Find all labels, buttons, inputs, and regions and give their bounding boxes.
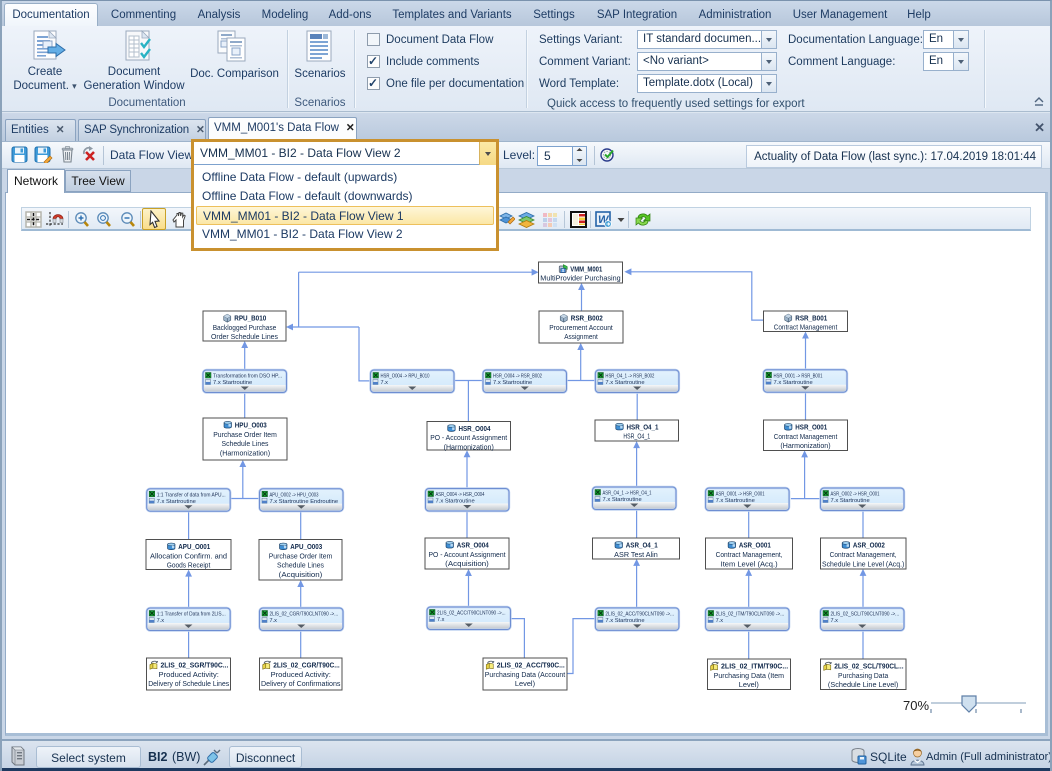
svg-text:Assignment: Assignment [564,334,598,341]
svg-text:RSR_B002: RSR_B002 [571,316,603,323]
svg-text:ASR_O004 -> HSR_O004: ASR_O004 -> HSR_O004 [436,492,485,498]
svg-text:APU_O002 -> HPU_O003: APU_O002 -> HPU_O003 [270,492,319,498]
svg-text:Schedule Line Level (Acq.): Schedule Line Level (Acq.) [822,561,904,568]
svg-text:7.x Startroutine: 7.x Startroutine [436,499,475,505]
svg-text:HPU_O003: HPU_O003 [235,423,267,430]
svg-text:Purchasing Data (Item: Purchasing Data (Item [714,673,785,680]
svg-text:(Acquisition): (Acquisition) [279,572,323,579]
svg-text:HSR_O001 -> RSR_B001: HSR_O001 -> RSR_B001 [774,373,823,379]
svg-text:HSR_O004 -> RSR_B002: HSR_O004 -> RSR_B002 [493,374,542,380]
svg-text:7.x Startroutine: 7.x Startroutine [774,380,813,386]
svg-text:ASR_O002: ASR_O002 [853,543,885,550]
svg-text:7.x Startroutine: 7.x Startroutine [493,380,532,386]
svg-text:7.x: 7.x [157,618,165,624]
svg-text:7.x: 7.x [270,618,278,624]
svg-text:ASR_O004: ASR_O004 [457,543,489,550]
svg-text:(Harmonization): (Harmonization) [220,450,270,457]
svg-text:2LIS_02_ACC/T90C...: 2LIS_02_ACC/T90C... [497,663,565,670]
svg-text:Schedule Lines: Schedule Lines [277,563,324,570]
svg-text:7.x Startroutine: 7.x Startroutine [157,499,196,505]
svg-text:HSR_O4_1: HSR_O4_1 [623,434,650,441]
svg-text:Produced Activity:: Produced Activity: [159,672,219,679]
svg-text:Purchasing Data: Purchasing Data [838,673,888,680]
svg-text:7.x Startroutine: 7.x Startroutine [716,498,755,504]
svg-text:HSR_O4_1 -> RSR_B002: HSR_O4_1 -> RSR_B002 [605,374,654,380]
svg-text:Purchase Order Item: Purchase Order Item [213,432,277,439]
svg-text:Allocation Confirm. and: Allocation Confirm. and [150,553,227,560]
svg-text:ASR_O002 -> HSR_O001: ASR_O002 -> HSR_O001 [831,492,880,498]
svg-text:2LIS_02_ACC/T90CLNT090 ->...: 2LIS_02_ACC/T90CLNT090 ->... [605,612,674,618]
svg-text:7.x Startroutine: 7.x Startroutine [603,497,642,503]
svg-text:2LIS_02_CGR/T90CLNT090 ->...: 2LIS_02_CGR/T90CLNT090 ->... [270,612,339,618]
svg-text:Contract Management: Contract Management [774,434,838,441]
svg-text:Backlogged Purchase: Backlogged Purchase [213,325,277,332]
svg-text:1:1 Transfer of data from APU.: 1:1 Transfer of data from APU... [157,492,226,498]
svg-text:(Harmonization): (Harmonization) [780,443,830,450]
svg-text:Delivery of Confirmations: Delivery of Confirmations [261,681,341,688]
svg-text:Goods Receipt: Goods Receipt [167,563,211,570]
svg-text:HSR_O004: HSR_O004 [458,426,490,433]
svg-text:PO - Account Assignment: PO - Account Assignment [430,435,507,442]
svg-text:7.x Startroutine: 7.x Startroutine [213,380,252,386]
svg-text:APU_O001: APU_O001 [178,544,210,551]
svg-text:MultiProvider Purchasing: MultiProvider Purchasing [540,276,621,283]
svg-text:PO - Account Assignment: PO - Account Assignment [429,552,506,559]
svg-text:7.x: 7.x [381,380,389,386]
svg-text:VMM_M001: VMM_M001 [570,266,602,273]
svg-text:2LIS_02_ITM/T90C...: 2LIS_02_ITM/T90C... [721,664,788,671]
svg-text:Schedule Lines: Schedule Lines [222,441,269,448]
svg-text:ASR_O001 -> HSR_O001: ASR_O001 -> HSR_O001 [716,492,765,498]
svg-text:ASR Test Alin: ASR Test Alin [614,552,658,559]
svg-text:HSR_O001: HSR_O001 [795,425,827,432]
svg-text:7.x: 7.x [716,618,724,624]
svg-text:HSR_O4_1: HSR_O4_1 [627,424,659,431]
svg-text:2LIS_02_SCL/T90CL...: 2LIS_02_SCL/T90CL... [834,664,903,671]
svg-text:S: S [562,268,565,273]
svg-text:7.x Startroutine: 7.x Startroutine [605,618,644,624]
svg-text:ASR_O4_1 -> HSR_O4_1: ASR_O4_1 -> HSR_O4_1 [603,491,652,497]
svg-text:2LIS_02_ITM/T90CLNT090 ->...: 2LIS_02_ITM/T90CLNT090 ->... [716,612,785,618]
svg-text:2LIS_02_CGR/T90C...: 2LIS_02_CGR/T90C... [273,663,340,670]
svg-text:Level): Level) [515,681,535,688]
svg-text:Produced Activity:: Produced Activity: [271,672,331,679]
svg-text:Procurement Account: Procurement Account [549,325,613,332]
svg-text:Contract Management,: Contract Management, [830,552,897,559]
svg-text:7.x: 7.x [831,618,839,624]
svg-text:RSR_B001: RSR_B001 [795,315,827,322]
svg-text:7.x Startroutine: 7.x Startroutine [831,498,870,504]
svg-text:RPU_B010: RPU_B010 [234,316,266,323]
svg-text:7.x: 7.x [437,617,445,623]
svg-text:7.x Startroutine Endroutine: 7.x Startroutine Endroutine [270,499,339,505]
svg-text:1:1 Transfer of Data from 2LIS: 1:1 Transfer of Data from 2LIS... [157,612,226,618]
svg-text:Purchasing Data (Account: Purchasing Data (Account [485,672,565,679]
svg-text:ASR_O4_1: ASR_O4_1 [626,543,658,550]
svg-text:Delivery of Schedule Lines: Delivery of Schedule Lines [148,681,229,688]
svg-text:APU_O003: APU_O003 [290,544,322,551]
svg-text:2LIS_02_SGR/T90C...: 2LIS_02_SGR/T90C... [160,663,228,670]
svg-text:Contract Management: Contract Management [774,325,838,332]
svg-text:Order Schedule Lines: Order Schedule Lines [211,334,278,341]
svg-text:Purchase Order Item: Purchase Order Item [269,553,333,560]
svg-text:(Harmonization): (Harmonization) [444,444,494,451]
svg-text:Level): Level) [739,682,759,689]
svg-text:Item Level (Acq.): Item Level (Acq.) [721,561,778,568]
svg-text:ASR_O001: ASR_O001 [739,543,771,550]
svg-text:2LIS_02_ACC/T90CLNT090 ->...: 2LIS_02_ACC/T90CLNT090 ->... [437,611,506,617]
svg-text:(Acquisition): (Acquisition) [445,561,489,568]
svg-text:2LIS_02_SCL/T90CLNT090 ->...: 2LIS_02_SCL/T90CLNT090 ->... [831,612,900,618]
svg-text:7.x Startroutine: 7.x Startroutine [605,380,644,386]
svg-text:HSR_O004 -> RPU_B010: HSR_O004 -> RPU_B010 [381,374,430,380]
svg-text:Contract Management,: Contract Management, [716,552,783,559]
svg-text:(Schedule Line Level): (Schedule Line Level) [828,682,898,689]
svg-text:Transformation from DSO HP...: Transformation from DSO HP... [213,374,282,380]
